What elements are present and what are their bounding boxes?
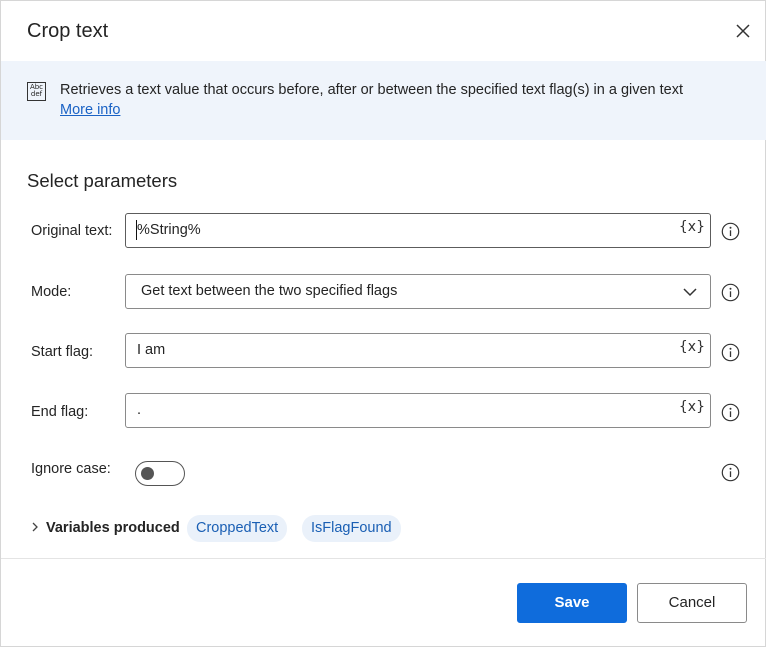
start-flag-input[interactable]: I am {x} xyxy=(125,333,711,368)
mode-selected-value: Get text between the two specified flags xyxy=(141,283,398,299)
action-description: Retrieves a text value that occurs befor… xyxy=(60,82,684,98)
description-panel xyxy=(1,61,766,140)
section-title: Select parameters xyxy=(27,170,178,191)
info-icon[interactable] xyxy=(721,463,740,482)
mode-label: Mode: xyxy=(31,284,72,300)
ignore-case-label: Ignore case: xyxy=(31,461,111,477)
cancel-button[interactable]: Cancel xyxy=(637,583,747,623)
info-icon[interactable] xyxy=(721,283,740,302)
end-flag-label: End flag: xyxy=(31,404,89,420)
chevron-right-icon[interactable] xyxy=(30,520,40,534)
info-icon[interactable] xyxy=(721,403,740,422)
info-icon[interactable] xyxy=(721,343,740,362)
variable-picker-icon[interactable]: {x} xyxy=(679,219,705,235)
mode-dropdown[interactable]: Get text between the two specified flags xyxy=(125,274,711,309)
original-text-label: Original text: xyxy=(31,223,113,239)
info-icon[interactable] xyxy=(721,222,740,241)
start-flag-value: I am xyxy=(137,342,166,358)
dialog-title: Crop text xyxy=(27,20,109,42)
ignore-case-toggle[interactable] xyxy=(135,461,185,486)
variable-picker-icon[interactable]: {x} xyxy=(679,399,705,415)
variables-produced-toggle[interactable]: Variables produced xyxy=(46,520,180,536)
original-text-value: %String% xyxy=(137,222,201,238)
end-flag-value: . xyxy=(137,402,142,418)
more-info-link[interactable]: More info xyxy=(60,102,120,118)
crop-text-dialog: Crop text Abc def Retrieves a text value… xyxy=(0,0,766,647)
end-flag-input[interactable]: . {x} xyxy=(125,393,711,428)
variable-chip-cropped-text[interactable]: CroppedText xyxy=(187,515,288,542)
chevron-down-icon xyxy=(683,288,697,297)
save-button[interactable]: Save xyxy=(517,583,627,623)
start-flag-label: Start flag: xyxy=(31,344,94,360)
toggle-knob xyxy=(141,467,154,480)
footer-divider xyxy=(1,558,766,559)
variable-chip-is-flag-found[interactable]: IsFlagFound xyxy=(302,515,401,542)
text-abc-icon: Abc def xyxy=(27,82,46,101)
variable-picker-icon[interactable]: {x} xyxy=(679,339,705,355)
original-text-input[interactable]: %String% {x} xyxy=(125,213,711,248)
close-icon[interactable] xyxy=(730,18,756,44)
